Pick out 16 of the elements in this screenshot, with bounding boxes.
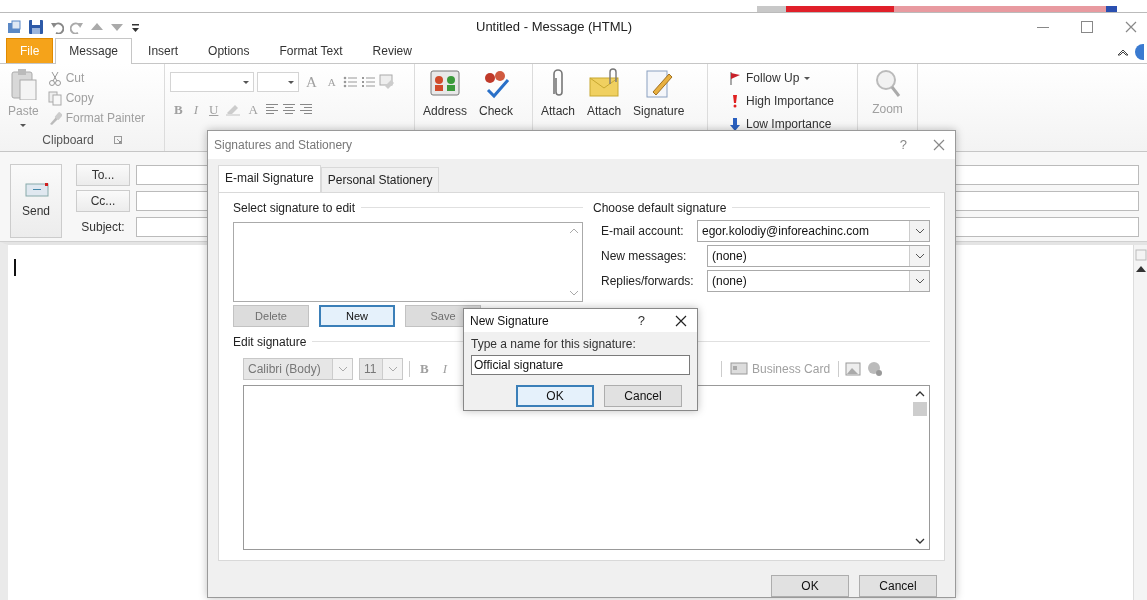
field-label: Type a name for this signature: — [471, 336, 637, 353]
field-value: 11 — [364, 360, 377, 378]
section-label: Choose default signature — [593, 199, 727, 217]
field-value: (none) — [712, 272, 747, 290]
field-value: Calibri (Body) — [248, 360, 321, 378]
dialog-title: Signatures and Stationery — [214, 136, 354, 154]
section-label: Select signature to edit — [233, 199, 356, 217]
section-label: Edit signature — [233, 333, 307, 351]
field-label: New messages: — [601, 247, 688, 265]
field-label: E-mail account: — [601, 222, 685, 240]
subject-label: Subject: — [80, 219, 126, 236]
field-value: (none) — [712, 247, 747, 265]
group-label: Clipboard — [42, 132, 94, 149]
field-value: egor.kolodiy@inforeachinc.com — [702, 222, 869, 240]
field-label: Replies/forwards: — [601, 272, 691, 290]
window-title: Untitled - Message (HTML) — [476, 17, 634, 36]
